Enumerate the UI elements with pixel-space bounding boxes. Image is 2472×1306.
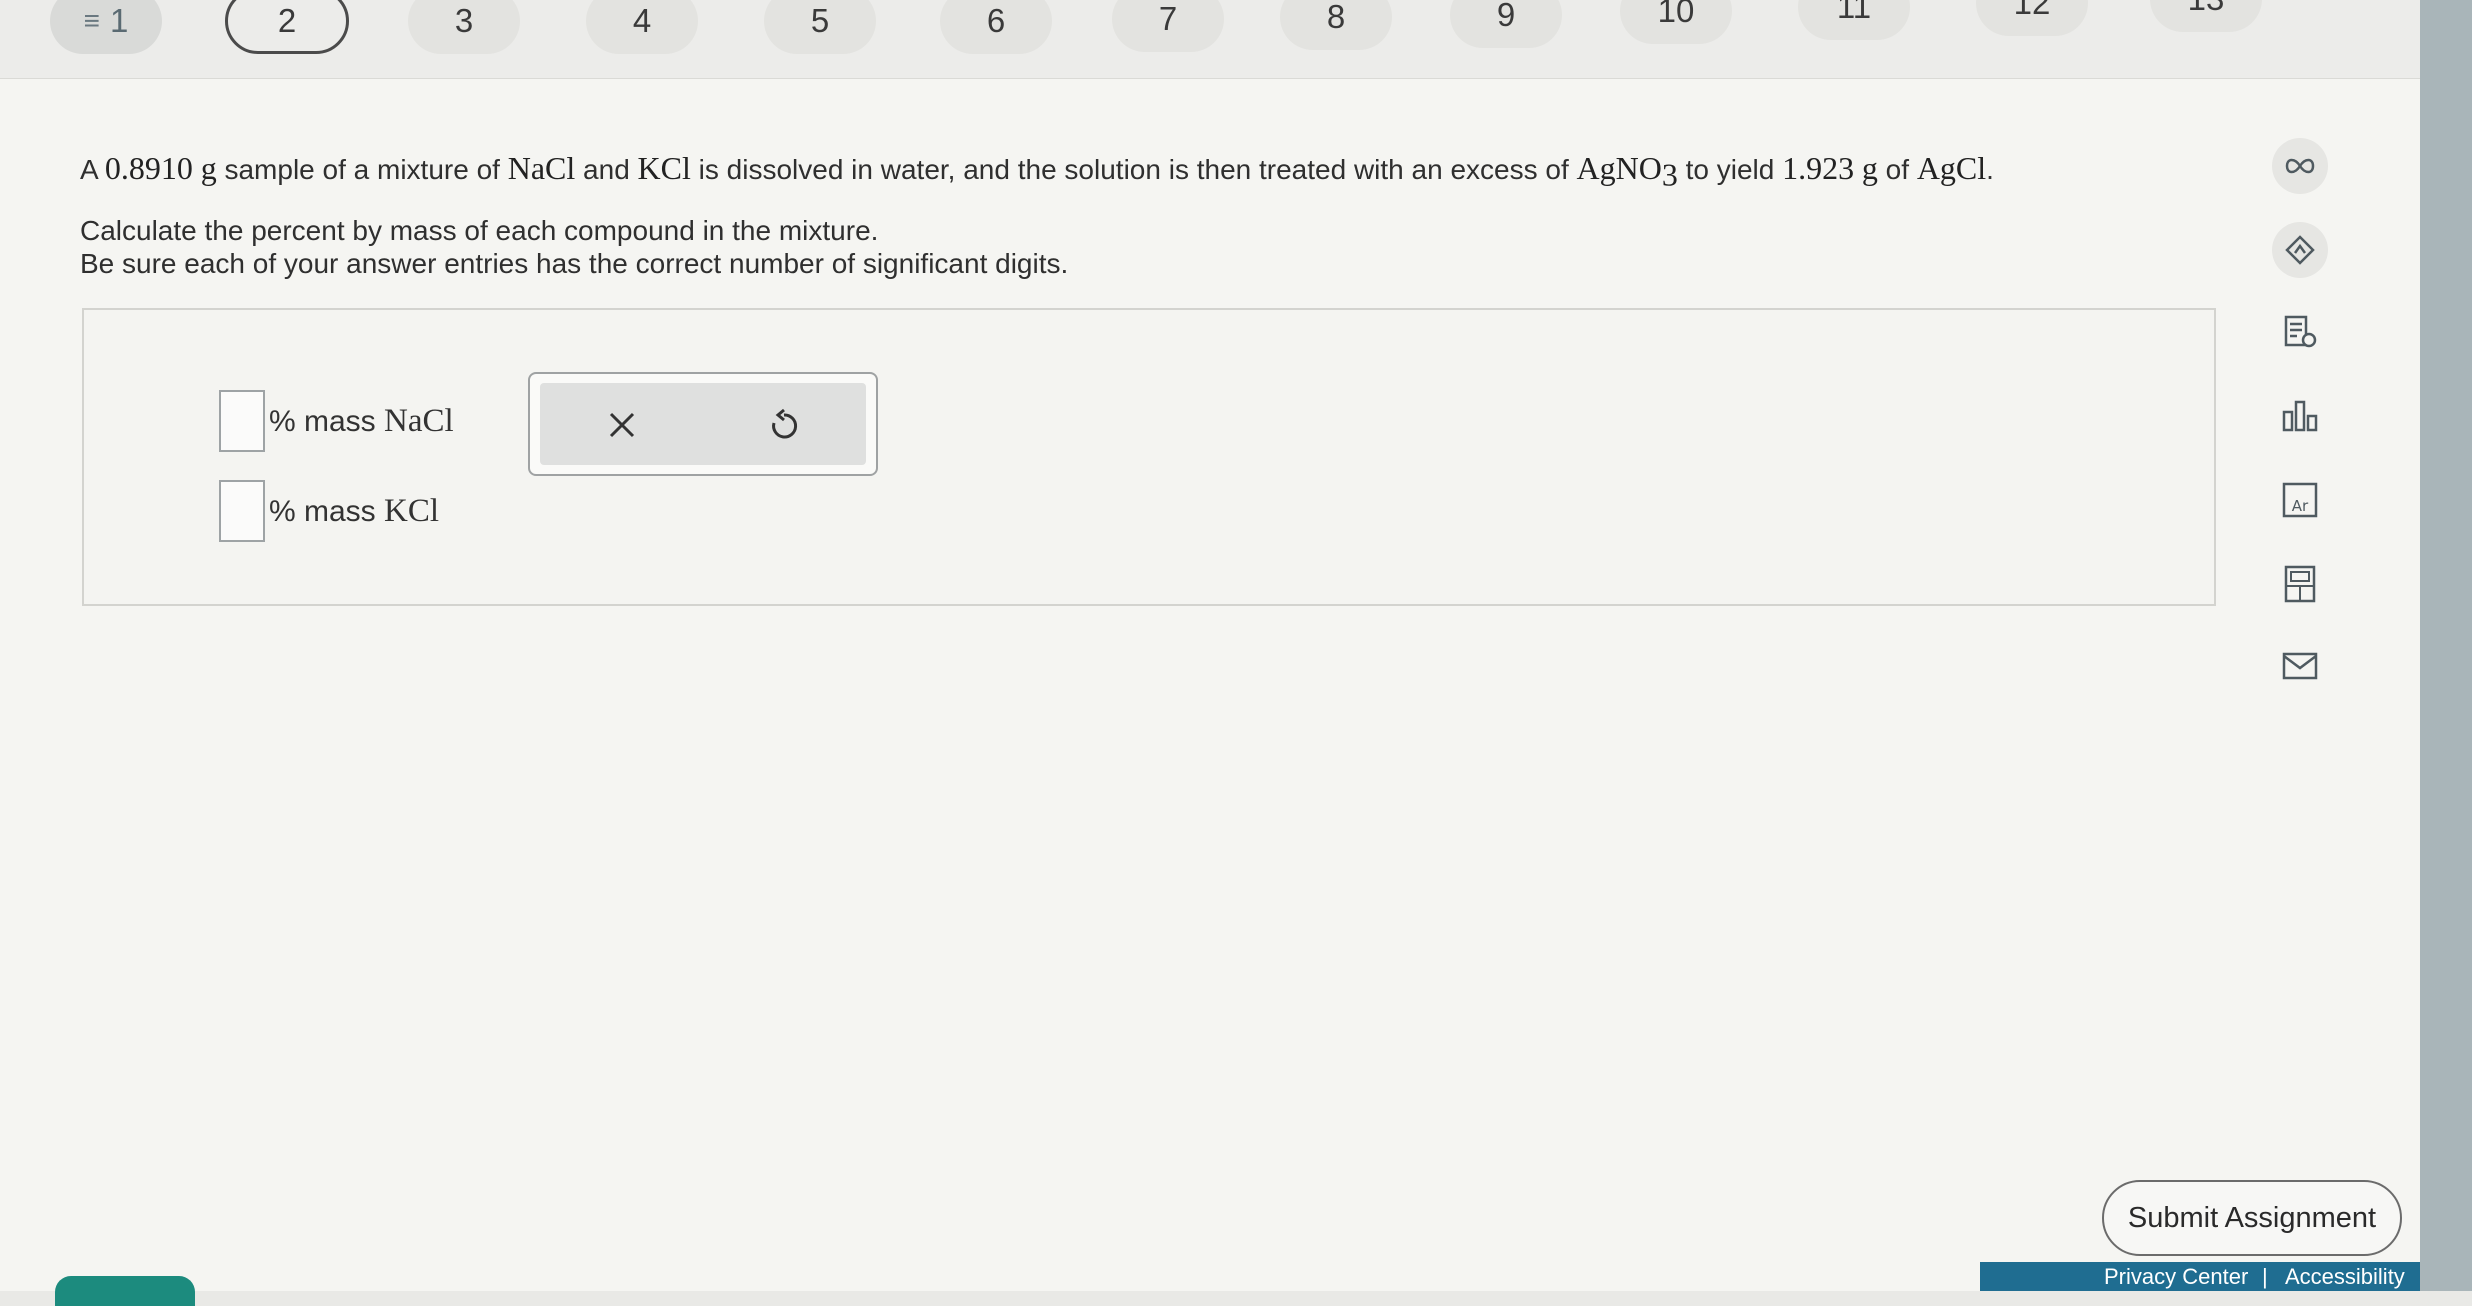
- answer-row-nacl: % mass NaCl: [219, 390, 454, 452]
- question-1-button[interactable]: ≡ 1: [50, 0, 162, 54]
- svg-text:Ar: Ar: [2292, 497, 2309, 515]
- question-text: A 0.8910 g sample of a mixture of NaCl a…: [80, 150, 1994, 246]
- question-10-button[interactable]: 10: [1620, 0, 1732, 44]
- question-8-button[interactable]: 8: [1280, 0, 1392, 50]
- question-6-button[interactable]: 6: [940, 0, 1052, 54]
- question-13-button[interactable]: 13: [2150, 0, 2262, 32]
- footer-bar: Privacy Center | Accessibility: [1980, 1262, 2420, 1291]
- nacl-label: NaCl: [384, 402, 454, 439]
- list-icon: ≡: [83, 5, 100, 36]
- clear-button[interactable]: [592, 395, 652, 455]
- question-line-2: Calculate the percent by mass of each co…: [80, 214, 879, 246]
- privacy-center-link[interactable]: Privacy Center: [2104, 1262, 2248, 1291]
- instruction-text: Be sure each of your answer entries has …: [80, 248, 1069, 279]
- answer-row-kcl: % mass KCl: [219, 480, 439, 542]
- question-7-button[interactable]: 7: [1112, 0, 1224, 52]
- infinity-icon: [2285, 158, 2315, 174]
- calculator-button[interactable]: [2272, 556, 2328, 612]
- question-9-button[interactable]: 9: [1450, 0, 1562, 48]
- partial-button[interactable]: [55, 1276, 195, 1306]
- calculator-icon: [2284, 565, 2316, 603]
- mail-icon: [2282, 652, 2318, 680]
- question-navigation: ≡ 1 2 3 4 5 6 7 8 9 10 11 12 13: [0, 0, 2420, 79]
- question-4-button[interactable]: 4: [586, 0, 698, 54]
- infinity-button[interactable]: [2272, 138, 2328, 194]
- question-5-button[interactable]: 5: [764, 0, 876, 54]
- chart-button[interactable]: [2272, 388, 2328, 444]
- notes-icon: [2284, 315, 2317, 348]
- hint-icon: [2285, 235, 2315, 265]
- question-2-button[interactable]: 2: [225, 0, 349, 54]
- nacl-percent-input[interactable]: [219, 390, 265, 452]
- undo-icon: [772, 408, 798, 439]
- accessibility-link[interactable]: Accessibility: [2285, 1262, 2405, 1291]
- question-12-button[interactable]: 12: [1976, 0, 2088, 36]
- question-11-button[interactable]: 11: [1798, 0, 1910, 40]
- kcl-percent-input[interactable]: [219, 480, 265, 542]
- hint-button[interactable]: [2272, 222, 2328, 278]
- periodic-table-button[interactable]: Ar: [2272, 472, 2328, 528]
- footer-separator: |: [2262, 1264, 2268, 1289]
- submit-assignment-button[interactable]: Submit Assignment: [2102, 1180, 2402, 1256]
- window-edge: [2420, 0, 2472, 1291]
- question-3-button[interactable]: 3: [408, 0, 520, 54]
- reset-button[interactable]: [754, 395, 814, 455]
- chart-icon: [2282, 400, 2318, 432]
- close-icon: [609, 412, 635, 438]
- answer-actions: [528, 372, 878, 476]
- mail-button[interactable]: [2272, 638, 2328, 694]
- assignment-page: ≡ 1 2 3 4 5 6 7 8 9 10 11 12 13 A 0.8910…: [0, 0, 2420, 1306]
- periodic-table-icon: Ar: [2282, 482, 2318, 518]
- kcl-label: KCl: [384, 492, 440, 529]
- notes-button[interactable]: [2272, 304, 2328, 360]
- answer-area: % mass NaCl % mass KCl: [82, 308, 2216, 606]
